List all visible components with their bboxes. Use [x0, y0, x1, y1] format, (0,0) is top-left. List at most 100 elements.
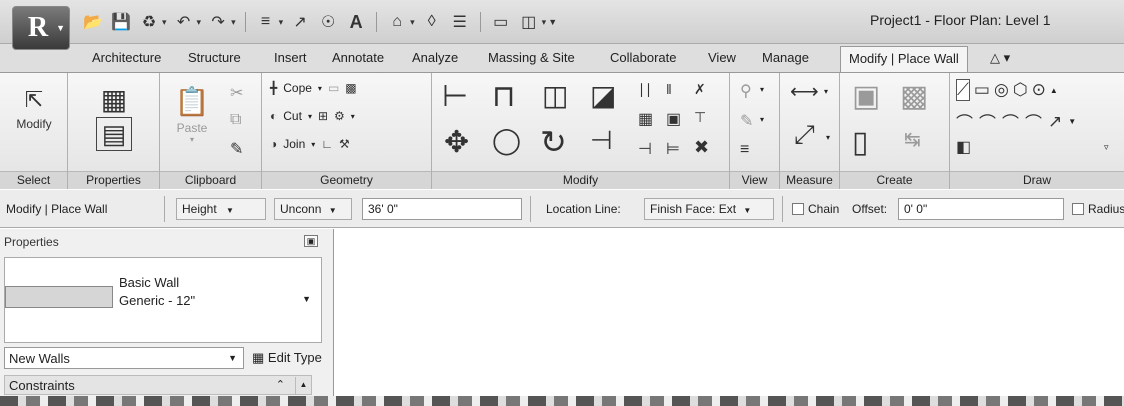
tab-architecture[interactable]: Architecture — [92, 50, 161, 65]
ribbon-minimize-icon[interactable]: △ ▾ — [990, 50, 1010, 66]
tab-insert[interactable]: Insert — [274, 50, 307, 65]
section-icon[interactable]: ◊ — [421, 11, 443, 33]
scale-icon[interactable]: ▣ — [666, 109, 681, 129]
start-end-arc-icon[interactable]: ⌒ — [956, 109, 973, 134]
switch-windows-icon[interactable]: ◫ — [518, 11, 540, 33]
offset-input[interactable]: 0' 0" — [898, 198, 1064, 220]
drawing-canvas[interactable] — [335, 229, 1124, 396]
chevron-down-icon[interactable]: ▾ — [760, 85, 764, 94]
tab-massing-site[interactable]: Massing & Site — [488, 50, 575, 65]
cope-button[interactable]: ╋ Cope ▾ ▭ ▩ — [270, 81, 357, 95]
array-icon[interactable]: ▦ — [638, 109, 653, 129]
match-properties-icon[interactable]: ✎ — [230, 139, 243, 159]
offset-icon[interactable]: ⊓ — [492, 79, 515, 114]
tab-manage[interactable]: Manage — [762, 50, 809, 65]
center-arc-icon[interactable]: ⌒ — [979, 109, 996, 134]
split-gap-icon[interactable]: ‖ — [666, 81, 672, 97]
circle-icon[interactable]: ⊙ — [1032, 80, 1046, 100]
inscribed-polygon-icon[interactable]: ◎ — [994, 80, 1009, 100]
mirror-draw-icon[interactable]: ◪ — [590, 79, 616, 112]
cut-icon[interactable]: ✂ — [230, 83, 243, 103]
customize-qat-icon[interactable]: ▼ — [548, 17, 557, 27]
scroll-up-icon[interactable]: ▲ — [1050, 86, 1058, 95]
copy-icon[interactable]: ⧉ — [230, 111, 241, 129]
height-value-input[interactable]: 36' 0" — [362, 198, 522, 220]
hammer-icon[interactable]: ⚒ — [339, 137, 350, 151]
sync-icon[interactable]: ♻ — [138, 11, 160, 33]
pick-lines-icon[interactable]: ↗ — [1048, 112, 1062, 132]
chevron-down-icon[interactable]: ▾ — [824, 87, 828, 96]
location-line-dropdown[interactable]: Finish Face: Ext ▼ — [644, 198, 774, 220]
delete-icon[interactable]: ✖ — [694, 137, 709, 158]
tab-annotate[interactable]: Annotate — [332, 50, 384, 65]
tab-collaborate[interactable]: Collaborate — [610, 50, 677, 65]
trim-single-icon[interactable]: ⊣ — [638, 139, 652, 159]
close-icon[interactable]: ▣ — [304, 235, 318, 247]
fillet-arc-icon[interactable]: ⌒ — [1025, 109, 1042, 134]
scroll-up-icon[interactable]: ▲ — [295, 377, 311, 394]
close-hidden-icon[interactable]: ▭ — [490, 11, 512, 33]
tab-view[interactable]: View — [708, 50, 736, 65]
unpin-icon[interactable]: ✗ — [694, 81, 706, 98]
chevron-down-icon[interactable]: ▾ — [279, 17, 284, 28]
scroll-down-icon[interactable]: ▼ — [1068, 117, 1076, 126]
split-icon[interactable]: ∣∣ — [638, 81, 652, 98]
create-group-icon[interactable]: ▯ — [852, 125, 869, 160]
instance-filter-dropdown[interactable]: New Walls ▼ — [4, 347, 244, 369]
hide-icon[interactable]: ⚲ — [740, 81, 752, 101]
paste-button[interactable]: 📋 Paste ▾ — [170, 81, 214, 145]
constraints-group-header[interactable]: Constraints ⌃ ▲ — [4, 375, 312, 395]
linework-icon[interactable]: ≡ — [740, 141, 749, 159]
edit-type-button[interactable]: ▦ Edit Type — [252, 350, 322, 366]
cut-button[interactable]: ◐ Cut ▾ ⊞ ⚙ ▾ — [270, 109, 355, 123]
align-icon[interactable]: ≡ — [255, 11, 277, 33]
circumscribed-polygon-icon[interactable]: ⬡ — [1013, 80, 1028, 100]
tab-analyze[interactable]: Analyze — [412, 50, 458, 65]
pick-faces-icon[interactable]: ◧ — [956, 137, 971, 157]
chevron-down-icon[interactable]: ▾ — [542, 17, 547, 28]
collapse-icon[interactable]: ⌃ — [276, 378, 285, 391]
edit-profile-icon[interactable]: ∟ — [321, 137, 333, 151]
tag-icon[interactable]: ☉ — [317, 11, 339, 33]
chevron-down-icon[interactable]: ▾ — [826, 133, 830, 142]
chevron-down-icon[interactable]: ▾ — [197, 17, 202, 28]
radius-checkbox[interactable]: Radius — [1072, 202, 1124, 216]
measure-between-icon[interactable]: ⟷ — [790, 79, 819, 104]
move-icon[interactable]: ✥ — [444, 125, 469, 160]
create-similar-icon[interactable]: ↹ — [904, 127, 921, 152]
save-icon[interactable]: 💾 — [110, 11, 132, 33]
mirror-axis-icon[interactable]: ◫ — [542, 79, 568, 112]
tab-structure[interactable]: Structure — [188, 50, 241, 65]
copy-tool-icon[interactable]: ◯ — [492, 125, 521, 156]
create-assembly-icon[interactable]: ▣ — [852, 79, 880, 114]
join-button[interactable]: ◑ Join ▾ ∟ ⚒ — [270, 137, 350, 151]
override-graphics-icon[interactable]: ✎ — [740, 111, 753, 131]
chevron-down-icon[interactable]: ▾ — [760, 115, 764, 124]
pin-icon[interactable]: ⊤ — [694, 109, 706, 126]
height-depth-dropdown[interactable]: Height ▼ — [176, 198, 266, 220]
split-face-icon[interactable]: ▭ — [328, 81, 339, 95]
measure-icon[interactable]: ↗ — [289, 11, 311, 33]
paint-icon[interactable]: ⊞ — [318, 109, 328, 123]
type-selector[interactable]: Basic Wall Generic - 12" ▼ — [4, 257, 322, 343]
chevron-down-icon[interactable]: ▾ — [162, 17, 167, 28]
top-constraint-dropdown[interactable]: Unconn ▼ — [274, 198, 352, 220]
line-icon[interactable]: ⟋ — [956, 79, 970, 101]
chevron-down-icon[interactable]: ▾ — [410, 17, 415, 28]
application-menu-button[interactable]: R ▼ — [12, 6, 70, 50]
thin-lines-icon[interactable]: ☰ — [449, 11, 471, 33]
open-icon[interactable]: 📂 — [82, 11, 104, 33]
rotate-icon[interactable]: ↻ — [540, 123, 567, 161]
demolish-icon[interactable]: ⚙ — [334, 109, 345, 123]
3d-view-icon[interactable]: ⌂ — [386, 11, 408, 33]
rectangle-icon[interactable]: ▭ — [974, 80, 990, 100]
chain-checkbox[interactable]: Chain — [792, 202, 839, 216]
dimension-icon[interactable]: ⤢ — [794, 119, 815, 151]
trim-extend-icon[interactable]: ⊣ — [590, 125, 613, 156]
type-properties-button[interactable]: ▦ ▤ — [90, 81, 138, 151]
tangent-arc-icon[interactable]: ⌒ — [1002, 109, 1019, 134]
modify-button[interactable]: ⇱ Modify — [12, 83, 56, 131]
expand-icon[interactable]: ▿ — [1104, 142, 1109, 153]
trim-multiple-icon[interactable]: ⊨ — [666, 139, 680, 159]
text-icon[interactable]: A — [345, 11, 367, 33]
